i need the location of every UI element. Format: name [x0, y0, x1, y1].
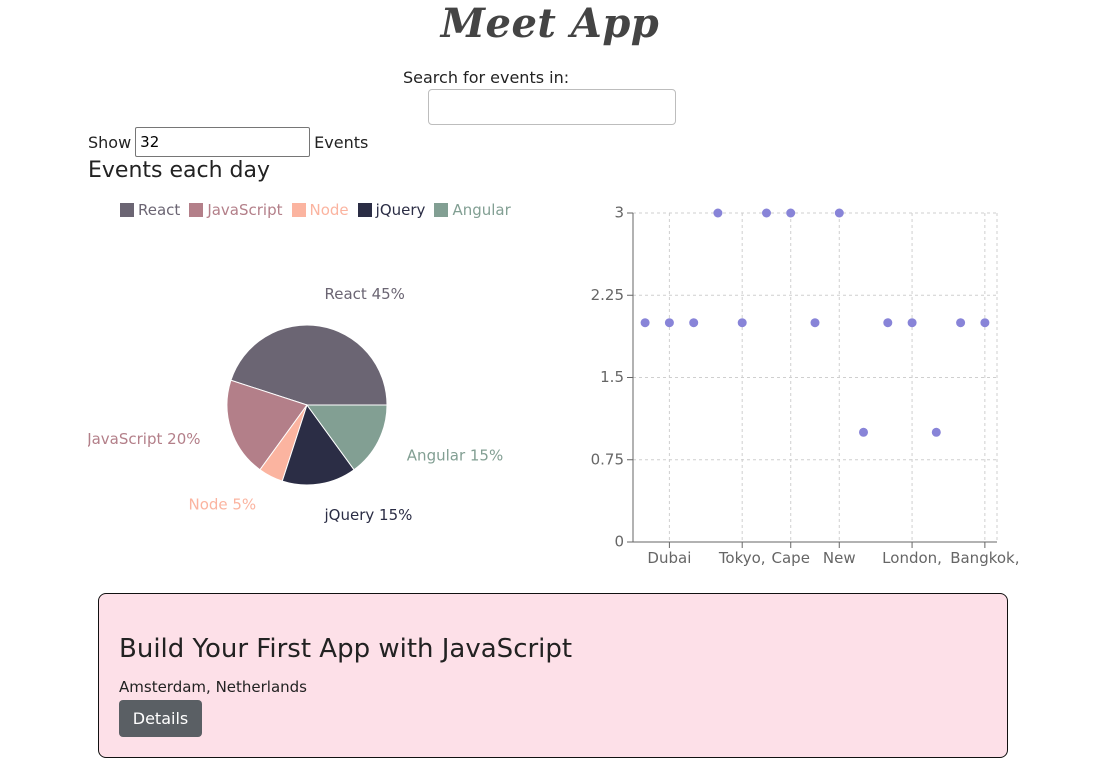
scatter-point	[810, 318, 820, 328]
scatter-point	[737, 318, 747, 328]
pie-label-angular: Angular 15%	[407, 446, 503, 464]
scatter-point	[931, 427, 941, 437]
pie-label-jquery: jQuery 15%	[324, 506, 413, 524]
y-tick-label: 1.5	[600, 368, 624, 386]
chart-section-title: Events each day	[88, 158, 270, 183]
x-tick-label: Dubai	[647, 549, 691, 567]
search-label: Search for events in:	[403, 68, 570, 87]
scatter-point	[713, 208, 723, 218]
legend-label: JavaScript	[207, 201, 283, 219]
legend-swatch	[120, 203, 134, 217]
legend-item-javascript: JavaScript	[189, 201, 283, 219]
scatter-point	[640, 318, 650, 328]
legend-label: Angular	[452, 201, 511, 219]
pie-label-javascript: JavaScript 20%	[88, 430, 201, 448]
legend-item-jquery: jQuery	[357, 201, 426, 219]
events-label: Events	[314, 132, 369, 152]
scatter-point	[956, 318, 966, 328]
y-tick-label: 2.25	[591, 286, 624, 304]
legend-label: Node	[309, 201, 349, 219]
legend-label: React	[138, 201, 181, 219]
scatter-point	[859, 427, 868, 437]
number-of-events-input[interactable]	[135, 127, 311, 157]
scatter-point	[786, 208, 796, 218]
legend-item-react: React	[120, 201, 180, 219]
pie-label-node: Node 5%	[188, 495, 256, 513]
city-search-input[interactable]	[428, 89, 676, 125]
event-card[interactable]: Build Your First App with JavaScript Ams…	[98, 593, 1008, 758]
x-tick-label: Bangkok,	[950, 549, 1019, 567]
legend-item-angular: Angular	[434, 201, 511, 219]
details-button[interactable]: Details	[119, 700, 202, 737]
scatter-point	[762, 208, 771, 218]
pie-legend: React JavaScript Node jQuery Angular	[120, 201, 520, 219]
show-label: Show	[88, 132, 132, 152]
legend-label: jQuery	[375, 201, 426, 219]
legend-swatch	[291, 203, 306, 217]
scatter-point	[980, 318, 990, 328]
scatter-point	[907, 318, 917, 328]
genre-pie-chart: React 45% JavaScript 20% Node 5% jQuery 15%…	[88, 285, 503, 524]
legend-swatch	[189, 203, 204, 217]
y-tick-label: 3	[614, 204, 624, 222]
event-title: Build Your First App with JavaScript	[119, 634, 573, 664]
scatter-point	[689, 318, 699, 328]
event-location: Amsterdam, Netherlands	[119, 678, 307, 696]
scatter-point	[834, 208, 844, 218]
x-tick-label: Cape	[772, 549, 810, 567]
legend-swatch	[434, 203, 449, 217]
legend-item-node: Node	[291, 201, 349, 219]
y-tick-label: 0.75	[591, 450, 624, 468]
legend-swatch	[357, 203, 372, 217]
number-of-events: Show Events	[88, 127, 368, 157]
events-scatter-chart: 0 0.75 1.5 2.25 3 Dubai Tokyo, Cape New London, Ba…	[591, 204, 1020, 568]
app-title: Meet App	[440, 0, 660, 47]
scatter-point	[883, 318, 893, 328]
scatter-point	[664, 318, 674, 328]
x-tick-label: Tokyo,	[718, 549, 766, 567]
pie-label-react: React 45%	[325, 285, 405, 303]
x-tick-label: London,	[882, 549, 942, 567]
x-tick-label: New	[823, 549, 856, 567]
y-tick-label: 0	[614, 533, 624, 551]
